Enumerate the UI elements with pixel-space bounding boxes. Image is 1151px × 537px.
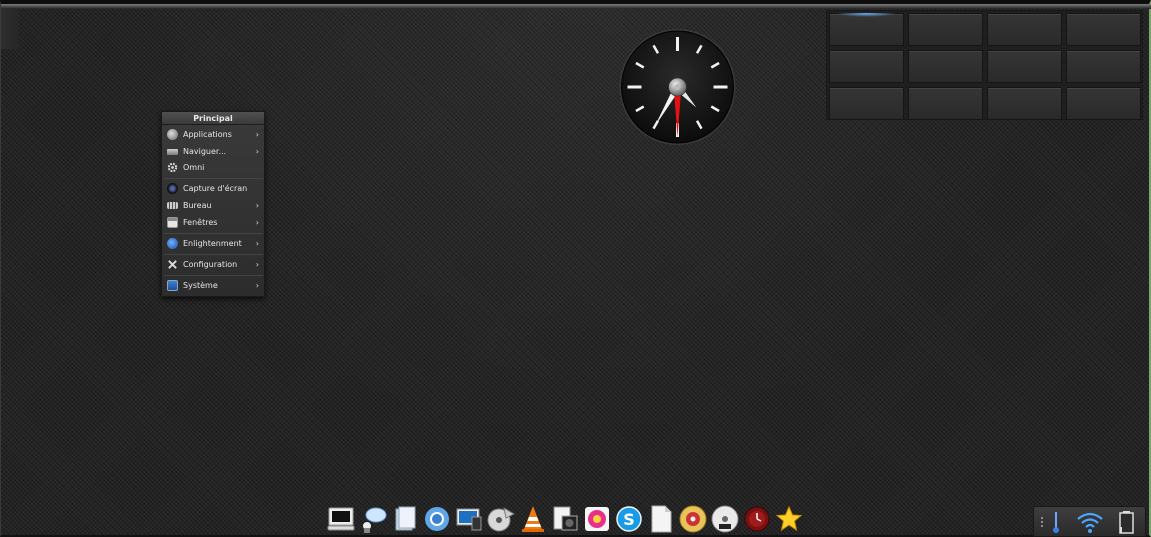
dock-monitor[interactable]	[326, 504, 356, 534]
menu-item-configuration[interactable]: Configuration ›	[164, 257, 263, 272]
applications-icon	[167, 129, 178, 140]
chromium-icon	[425, 507, 449, 531]
dock-flower[interactable]	[582, 504, 612, 534]
chevron-right-icon: ›	[255, 239, 259, 248]
tools-icon	[167, 259, 178, 270]
systray	[1033, 506, 1146, 537]
chevron-right-icon: ›	[255, 260, 259, 269]
dock-clock-app[interactable]	[742, 504, 772, 534]
menu-title: Principal	[162, 112, 264, 125]
tray-wifi[interactable]	[1076, 510, 1104, 534]
battery-icon	[1119, 511, 1134, 534]
pager-desktop[interactable]	[908, 13, 983, 46]
dock-chat[interactable]	[358, 504, 388, 534]
dock-cd-audio[interactable]	[678, 504, 708, 534]
menu-separator	[164, 233, 263, 234]
clock-gadget[interactable]	[617, 29, 738, 145]
pager-desktop[interactable]	[987, 87, 1062, 120]
document-icon	[651, 505, 672, 533]
skype-icon: S	[616, 506, 642, 532]
menu-separator	[164, 178, 263, 179]
camera-photo-icon	[553, 506, 578, 531]
cd-audio-icon	[679, 505, 707, 533]
chevron-right-icon: ›	[255, 147, 259, 156]
tray-grip	[1038, 510, 1046, 534]
pager-desktop[interactable]	[829, 87, 904, 120]
clock-center-pin	[674, 84, 681, 90]
menu-separator	[164, 254, 263, 255]
temperature-icon	[1053, 512, 1059, 533]
menu-item-naviguer[interactable]: Naviguer... ›	[164, 144, 263, 159]
grip-icon	[1041, 517, 1043, 527]
gear-icon	[167, 162, 178, 173]
dock-star[interactable]	[774, 504, 804, 534]
system-icon	[167, 280, 178, 291]
clock-app-icon	[744, 506, 770, 532]
monitor-icon	[327, 507, 355, 531]
pager-desktop[interactable]	[908, 87, 983, 120]
keyboard-icon	[167, 202, 178, 209]
menu-item-systeme[interactable]: Système ›	[164, 278, 263, 293]
menu-item-capture[interactable]: Capture d'écran	[164, 181, 263, 196]
left-edge	[1, 9, 19, 49]
pager-desktop[interactable]	[829, 50, 904, 83]
tray-temperature[interactable]	[1048, 510, 1064, 534]
tray-battery[interactable]	[1114, 510, 1138, 534]
star-icon	[775, 505, 803, 532]
dock-screen[interactable]	[454, 504, 484, 534]
chevron-right-icon: ›	[255, 130, 259, 139]
pager-desktop[interactable]	[987, 13, 1062, 46]
pager-desktop[interactable]	[908, 50, 983, 83]
wifi-icon	[1077, 512, 1103, 533]
dock-dvd[interactable]	[710, 504, 740, 534]
dock-chromium[interactable]	[422, 504, 452, 534]
enlightenment-icon	[167, 238, 178, 249]
menu-item-fenetres[interactable]: Fenêtres ›	[164, 215, 263, 230]
chevron-right-icon: ›	[255, 201, 259, 210]
menu-item-applications[interactable]: Applications ›	[164, 127, 263, 142]
svg-text:S: S	[623, 510, 635, 529]
menu-item-enlightenment[interactable]: Enlightenment ›	[164, 236, 263, 251]
dock-vlc[interactable]	[518, 504, 548, 534]
menu-separator	[164, 275, 263, 276]
dock: S	[326, 501, 821, 537]
dvd-icon	[711, 505, 739, 533]
top-shelf-edge	[1, 4, 1151, 9]
screen-icon	[456, 508, 482, 531]
pager-desktop[interactable]	[1066, 87, 1141, 120]
virtual-desktop-pager	[826, 10, 1143, 120]
menu-item-omni[interactable]: Omni	[164, 160, 263, 175]
chevron-right-icon: ›	[255, 281, 259, 290]
dock-disc-burner[interactable]	[486, 504, 516, 534]
chevron-right-icon: ›	[255, 218, 259, 227]
main-menu: Principal Applications › Naviguer... › O…	[161, 111, 265, 297]
pager-desktop[interactable]	[1066, 13, 1141, 46]
menu-item-bureau[interactable]: Bureau ›	[164, 198, 263, 213]
desktop[interactable]: Principal Applications › Naviguer... › O…	[0, 0, 1151, 537]
dock-document[interactable]	[646, 504, 676, 534]
dock-photo[interactable]	[550, 504, 580, 534]
camera-icon	[167, 183, 178, 194]
flower-icon	[585, 507, 609, 531]
pager-desktop[interactable]	[987, 50, 1062, 83]
vlc-cone-icon	[522, 506, 544, 532]
chat-icon	[363, 507, 387, 533]
pager-desktop[interactable]	[829, 13, 904, 46]
window-icon	[167, 217, 178, 228]
drive-icon	[167, 148, 178, 155]
disc-burner-icon	[487, 506, 516, 532]
pager-desktop[interactable]	[1066, 50, 1141, 83]
dock-skype[interactable]: S	[614, 504, 644, 534]
files-icon	[395, 506, 416, 531]
dock-files[interactable]	[390, 504, 420, 534]
